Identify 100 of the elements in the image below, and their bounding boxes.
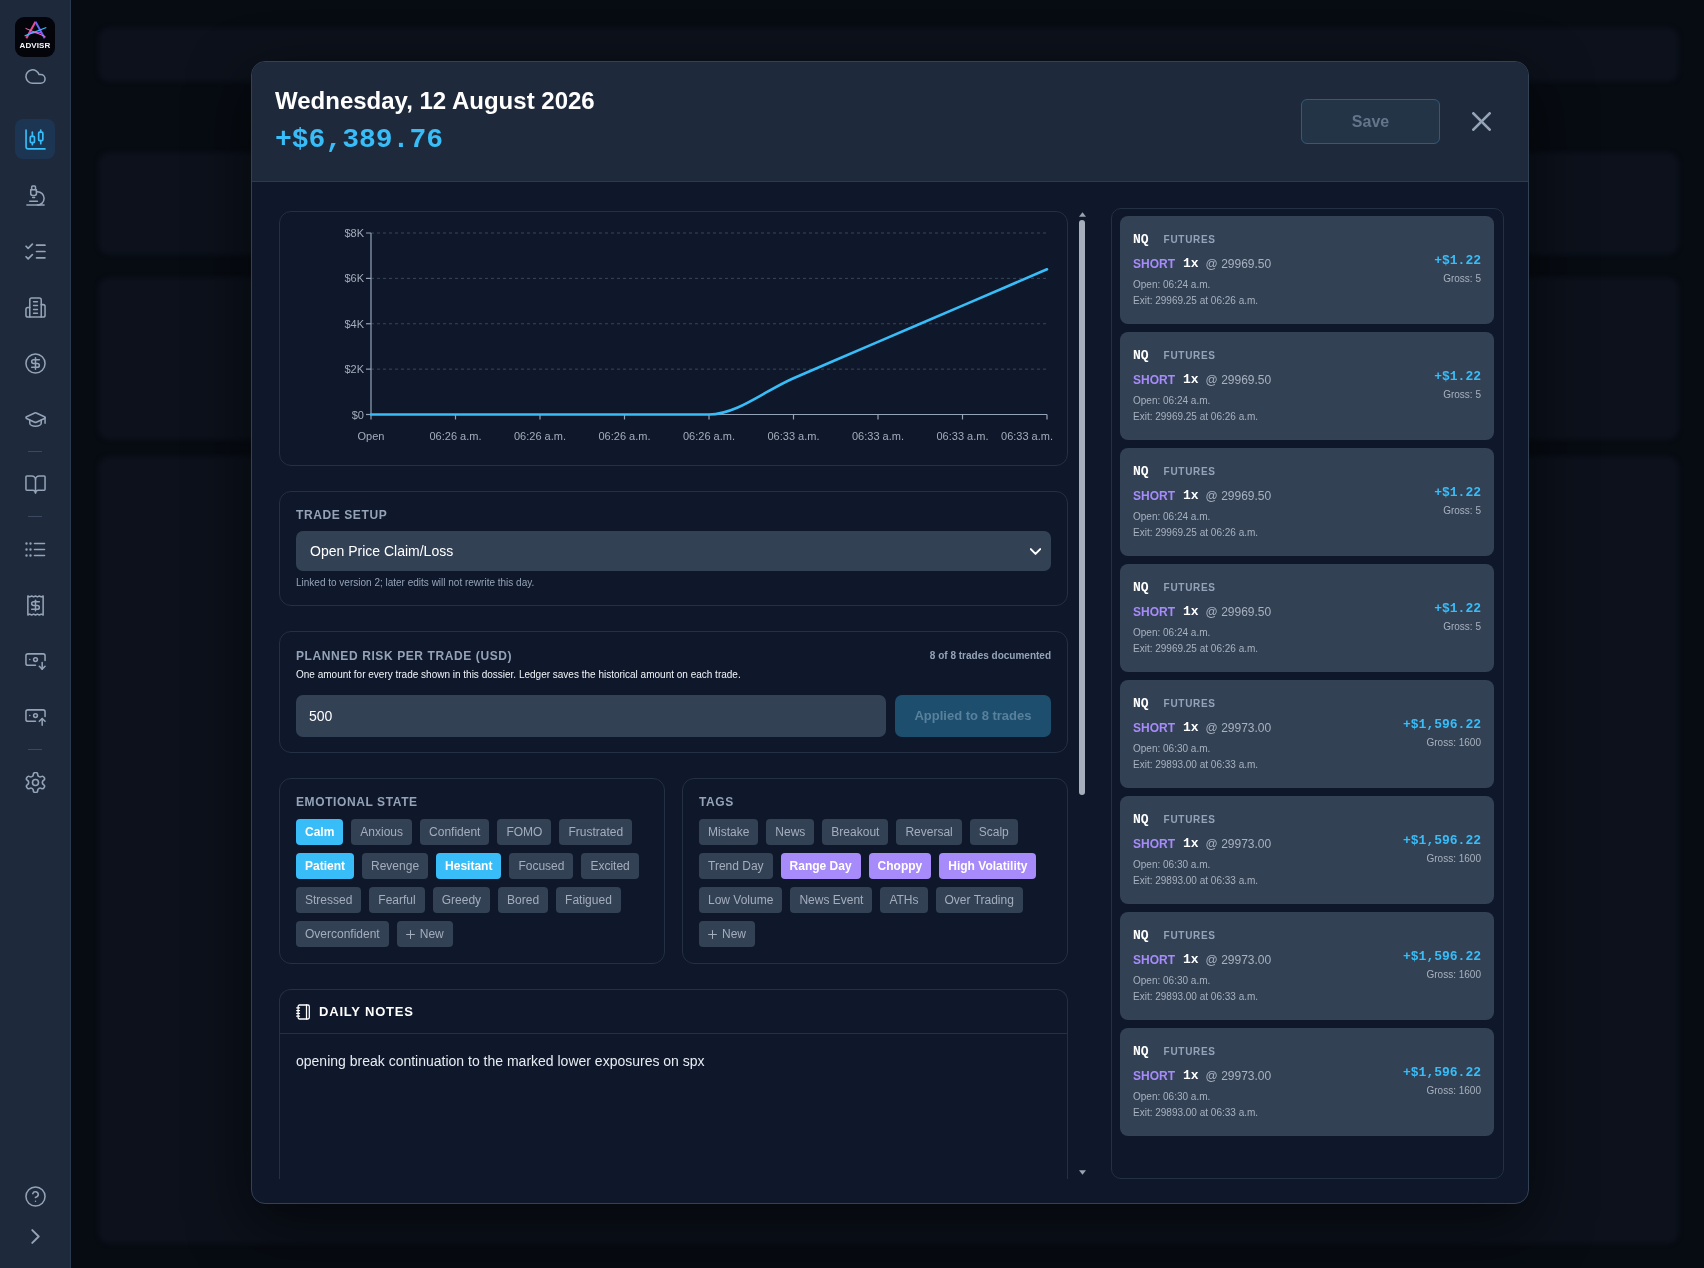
banknote-arrow-up-icon [24,706,46,728]
open-time: Open: 06:24 a.m. [1133,278,1212,292]
trade-card[interactable]: NQ FUTURES SHORT 1x @ 29969.50 Open: 06:24 a.m. Exit: 29969.25 at 06:26 a.m. +$1.22 Gross: 5 [1120,216,1494,324]
trade-side: SHORT [1133,372,1175,389]
trade-side: SHORT [1133,720,1175,737]
asset-type: FUTURES [1163,697,1216,711]
trade-pnl: +$1.22 [1434,252,1481,270]
tag-chip[interactable]: Low Volume [699,887,783,913]
emotion-chip[interactable]: Stressed [296,887,362,913]
notes-field[interactable]: opening break continuation to the marked lower exposures on spx [280,1034,1067,1179]
open-time: Open: 06:24 a.m. [1133,626,1212,640]
trade-side: SHORT [1133,952,1175,969]
exit-detail: Exit: 29893.00 at 06:33 a.m. [1133,758,1260,772]
trade-symbol: NQ [1133,579,1149,597]
tag-chip[interactable]: Over Trading [935,887,1023,913]
section-label: TRADE SETUP [296,508,389,522]
open-time: Open: 06:30 a.m. [1133,974,1212,988]
asset-type: FUTURES [1163,813,1216,827]
emotion-chip[interactable]: Focused [509,853,574,879]
tag-chip[interactable]: Mistake [699,819,759,845]
exit-detail: Exit: 29893.00 at 06:33 a.m. [1133,1106,1260,1120]
checklist-icon [24,240,46,262]
open-time: Open: 06:24 a.m. [1133,510,1212,524]
exit-detail: Exit: 29893.00 at 06:33 a.m. [1133,990,1260,1004]
trade-card[interactable]: NQ FUTURES SHORT 1x @ 29969.50 Open: 06:24 a.m. Exit: 29969.25 at 06:26 a.m. +$1.22 Gross: 5 [1120,448,1494,556]
settings-icon [24,771,46,793]
banknote-arrow-down-icon [24,650,46,672]
dollar-circle-icon [24,352,46,374]
asset-type: FUTURES [1163,465,1216,479]
gross-amount: Gross: 1600 [1426,968,1481,982]
tag-chip[interactable]: News [766,819,815,845]
emotion-chip[interactable]: Fatigued [556,887,621,913]
tag-chip[interactable]: Scalp [969,819,1018,845]
documented-count: 8 of 8 trades documented [929,649,1051,663]
trade-card[interactable]: NQ FUTURES SHORT 1x @ 29973.00 Open: 06:30 a.m. Exit: 29893.00 at 06:33 a.m. +$1,596.22 Gross: 1600 [1120,912,1494,1020]
trade-side: SHORT [1133,836,1175,853]
asset-type: FUTURES [1163,1045,1216,1059]
trade-card[interactable]: NQ FUTURES SHORT 1x @ 29973.00 Open: 06:30 a.m. Exit: 29893.00 at 06:33 a.m. +$1,596.22 Gross: 1600 [1120,1028,1494,1136]
plus-icon [405,929,415,939]
trade-side: SHORT [1133,1068,1175,1085]
emotion-chip[interactable]: Frustrated [559,819,633,845]
trade-pnl: +$1.22 [1434,600,1481,618]
trade-symbol: NQ [1133,1043,1149,1061]
x-axis-label: Open [357,429,385,442]
trade-card[interactable]: NQ FUTURES SHORT 1x @ 29973.00 Open: 06:30 a.m. Exit: 29893.00 at 06:33 a.m. +$1,596.22 Gross: 1600 [1120,796,1494,904]
trade-symbol: NQ [1133,463,1149,481]
tag-chip[interactable]: Breakout [822,819,889,845]
building-icon [24,296,46,318]
gross-amount: Gross: 1600 [1426,852,1481,866]
tag-chip[interactable]: Choppy [868,853,932,879]
emotion-chip[interactable]: Greedy [432,887,491,913]
scrollbar-thumb[interactable] [1079,220,1085,795]
emotion-chip[interactable]: Excited [581,853,639,879]
trade-card[interactable]: NQ FUTURES SHORT 1x @ 29969.50 Open: 06:24 a.m. Exit: 29969.25 at 06:26 a.m. +$1.22 Gross: 5 [1120,564,1494,672]
trade-side: SHORT [1133,488,1175,505]
nav-button[interactable] [15,119,55,159]
emotion-chip[interactable]: Confident [420,819,490,845]
tag-chip[interactable]: Reversal [896,819,962,845]
chevron-right-icon [30,1228,40,1244]
help-icon [24,1185,46,1207]
trade-card[interactable]: NQ FUTURES SHORT 1x @ 29969.50 Open: 06:24 a.m. Exit: 29969.25 at 06:26 a.m. +$1.22 Gross: 5 [1120,332,1494,440]
asset-type: FUTURES [1163,929,1216,943]
trade-symbol: NQ [1133,811,1149,829]
emotion-chip[interactable]: Fearful [369,887,425,913]
open-time: Open: 06:30 a.m. [1133,858,1212,872]
description-text: One amount for every trade shown in this dossier. Ledger saves the historical amount on each trade. [296,669,742,681]
exit-detail: Exit: 29969.25 at 06:26 a.m. [1133,642,1260,656]
exit-detail: Exit: 29969.25 at 06:26 a.m. [1133,294,1260,308]
risk-input[interactable]: 500 [296,695,886,737]
open-time: Open: 06:30 a.m. [1133,1090,1212,1104]
entry-price: @ 29969.50 [1205,604,1272,621]
emotion-chip[interactable]: FOMO [497,819,552,845]
tag-chip[interactable]: High Volatility [939,853,1037,879]
trade-quantity: 1x [1183,1067,1199,1086]
logo-text: ADVISR [19,41,51,50]
emotion-chip[interactable]: Overconfident [296,921,389,947]
entry-price: @ 29973.00 [1205,720,1272,737]
trade-quantity: 1x [1183,951,1199,970]
y-axis-label: $0 [351,408,364,421]
trade-quantity: 1x [1183,371,1199,390]
asset-type: FUTURES [1163,581,1216,595]
entry-price: @ 29969.50 [1205,488,1272,505]
add-emotion-button[interactable]: New [396,921,453,947]
emotion-chip[interactable]: Bored [498,887,549,913]
tag-chip[interactable]: ATHs [880,887,928,913]
scroll-down-icon[interactable] [1078,1170,1086,1175]
tag-chip[interactable]: Range Day [780,853,861,879]
receipt-icon [24,594,46,616]
emotion-chip[interactable]: Revenge [362,853,429,879]
tag-chip[interactable]: Trend Day [699,853,773,879]
trade-card[interactable]: NQ FUTURES SHORT 1x @ 29973.00 Open: 06:30 a.m. Exit: 29893.00 at 06:33 a.m. +$1,596.22 Gross: 1600 [1120,680,1494,788]
gross-amount: Gross: 5 [1443,620,1481,634]
x-axis-label: 06:33 a.m. [852,429,904,442]
asset-type: FUTURES [1163,233,1216,247]
tag-chip[interactable]: News Event [790,887,873,913]
setup-select[interactable]: Open Price Claim/Loss [296,531,1051,571]
scroll-up-icon[interactable] [1078,212,1086,217]
add-tag-button[interactable]: New [699,921,755,947]
emotion-chip[interactable]: Anxious [351,819,413,845]
section-label: EMOTIONAL STATE [296,795,419,809]
